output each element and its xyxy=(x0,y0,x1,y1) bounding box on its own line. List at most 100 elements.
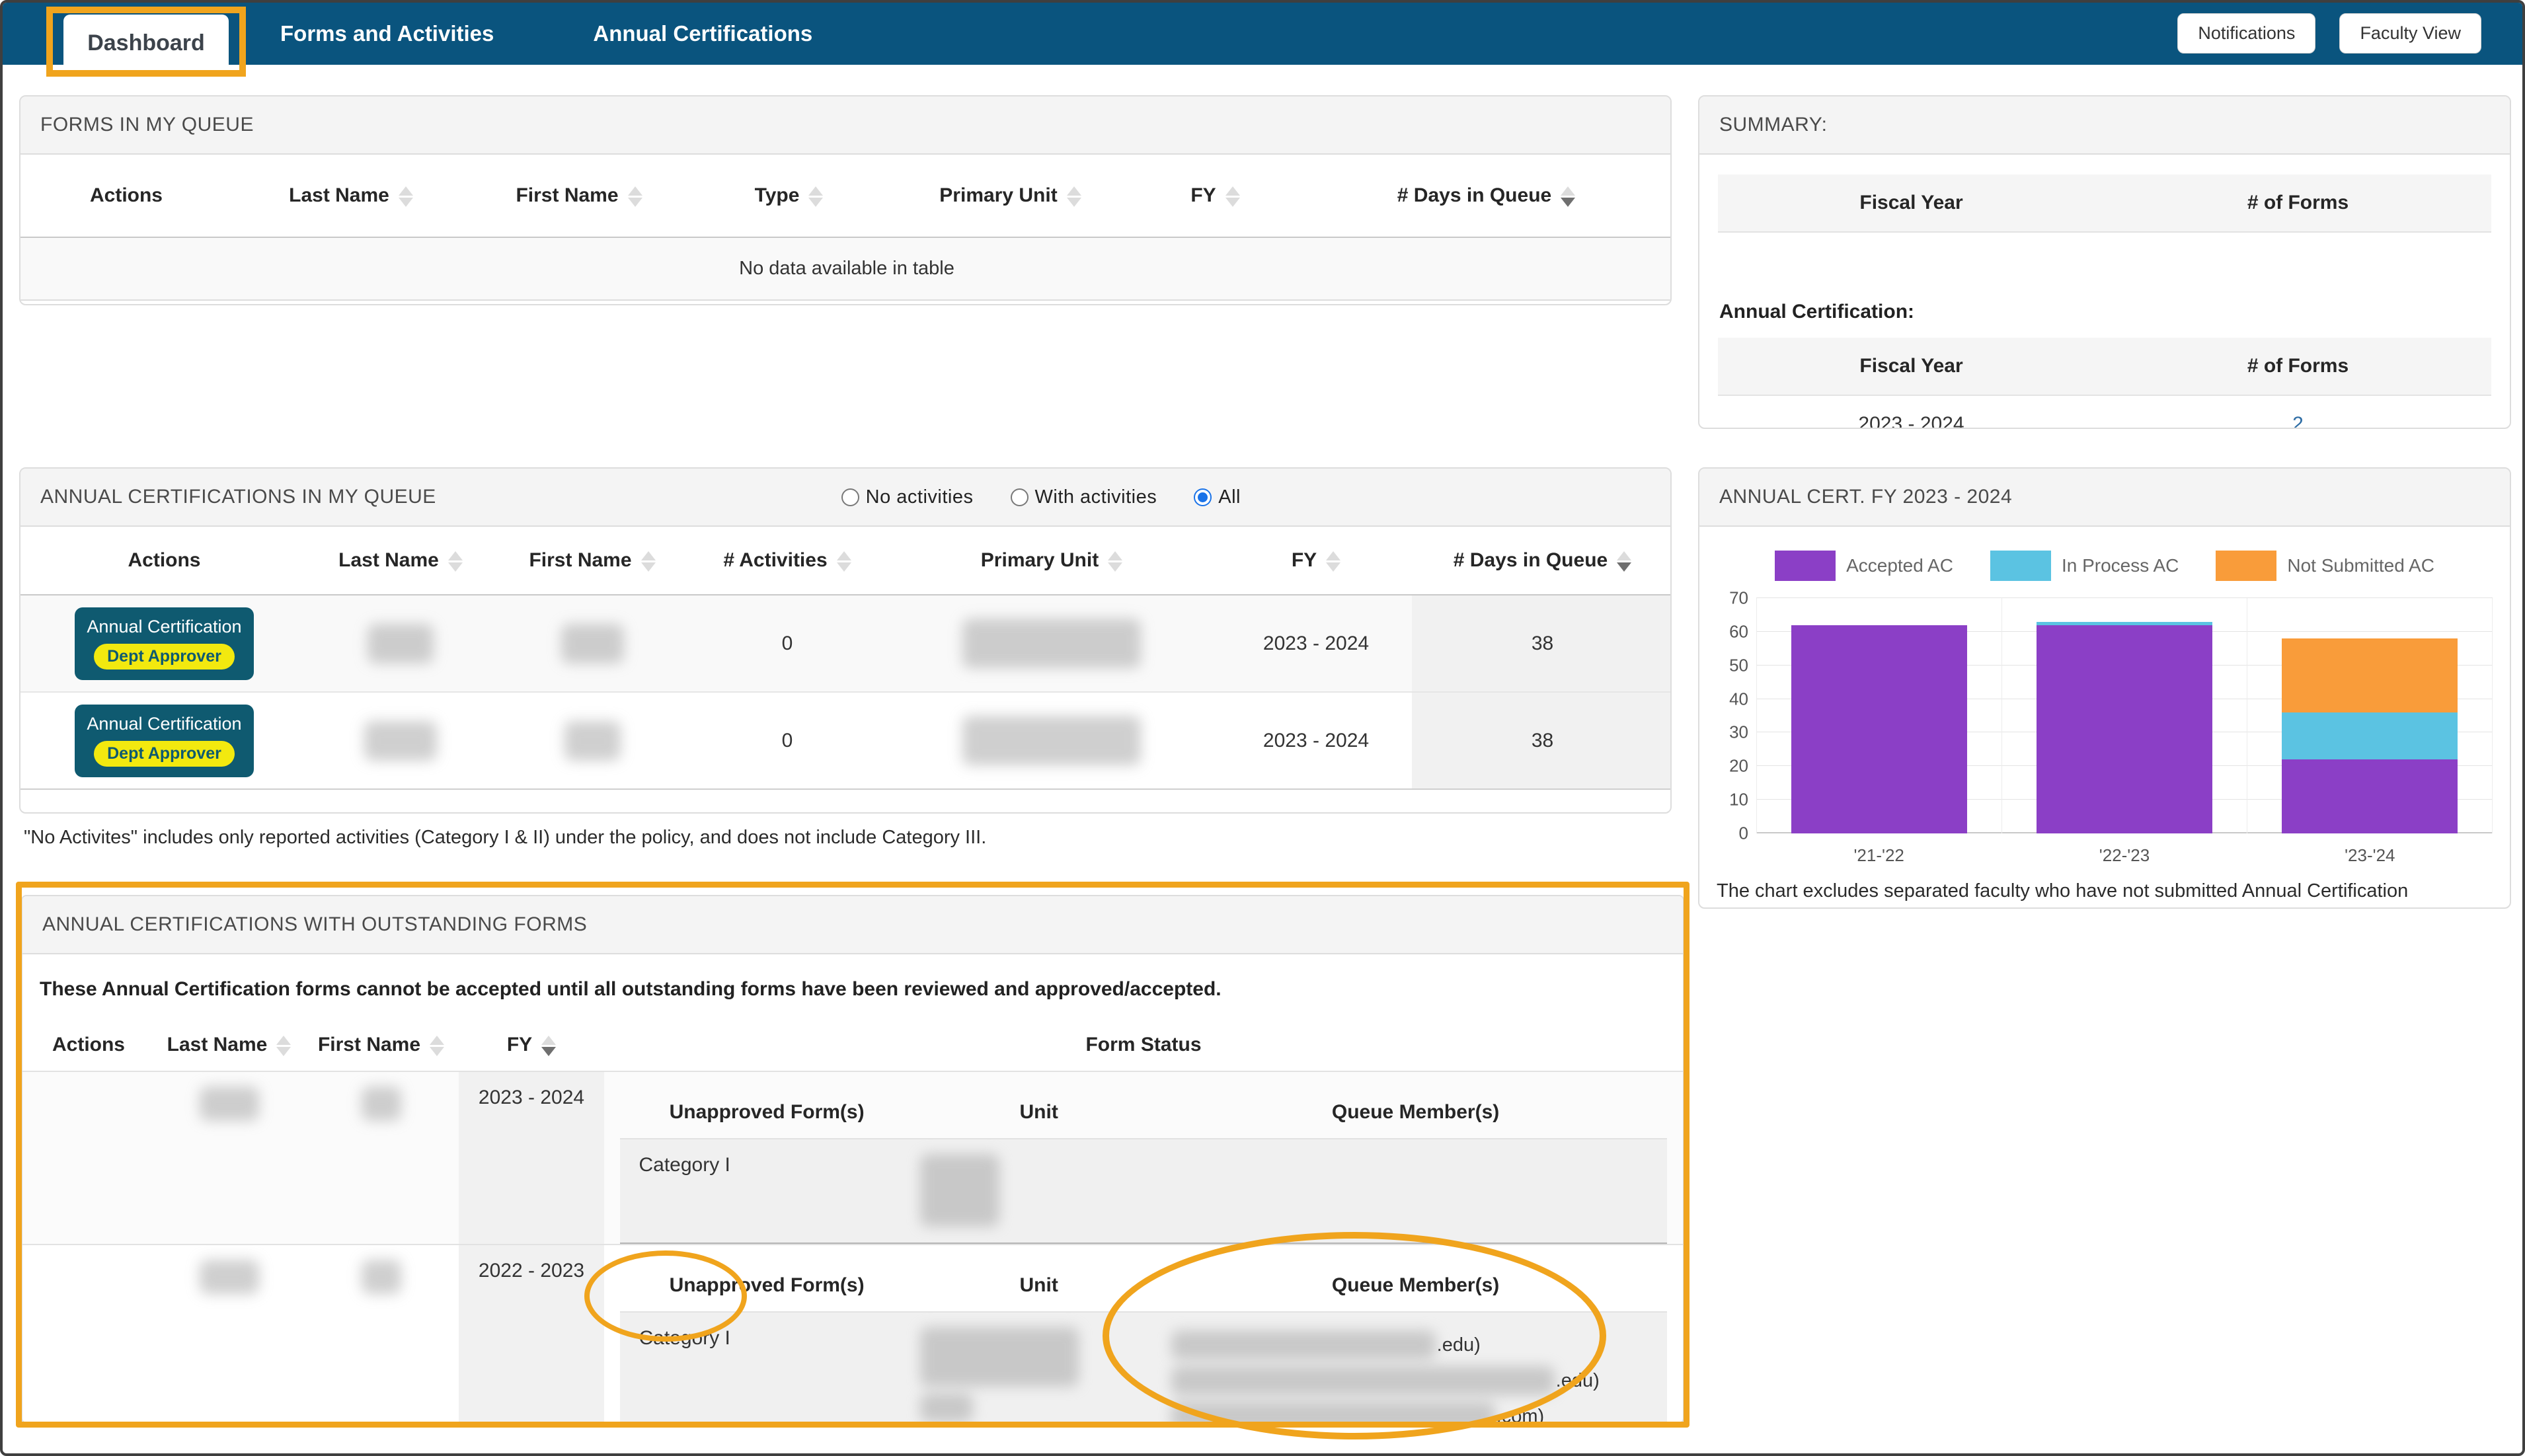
sort-icon-active xyxy=(1561,186,1576,207)
col-first-name[interactable]: First Name xyxy=(493,527,691,595)
y-tick-label: 50 xyxy=(1729,655,1748,675)
col-first-name[interactable]: First Name xyxy=(303,1019,459,1071)
col-last-name[interactable]: Last Name xyxy=(232,155,470,238)
table-row: 2023 - 2024 2 xyxy=(1718,395,2491,428)
dept-approver-badge: Dept Approver xyxy=(94,643,235,670)
fy-value: 2023 - 2024 xyxy=(459,1071,604,1245)
annual-certification-button[interactable]: Annual Certification Dept Approver xyxy=(75,704,254,777)
queue-members-cell: .edu) .edu) .com) .edu) xyxy=(1164,1311,1667,1422)
table-row: Annual Certification Dept Approver 0 2023… xyxy=(20,595,1670,692)
col-queue-members: Queue Member(s) xyxy=(1331,1101,1500,1123)
sort-icon-active xyxy=(1617,551,1632,572)
top-nav: Dashboard Forms and Activities Annual Ce… xyxy=(3,3,2522,71)
form-status-table: Unapproved Form(s) Unit Queue Member(s) … xyxy=(620,1087,1667,1244)
empty-message: No data available in table xyxy=(20,237,1670,301)
y-tick-label: 30 xyxy=(1729,722,1748,742)
redacted-first-name xyxy=(564,720,621,761)
chart-title: ANNUAL CERT. FY 2023 - 2024 xyxy=(1699,469,2510,527)
tab-annual-certifications[interactable]: Annual Certifications xyxy=(593,21,812,46)
sort-icon xyxy=(1326,551,1341,572)
legend-item: Accepted AC xyxy=(1775,551,1953,581)
redacted-unit xyxy=(919,1327,1079,1387)
sort-icon xyxy=(430,1035,445,1056)
col-num-activities[interactable]: # Activities xyxy=(691,527,883,595)
radio-with-activities[interactable]: With activities xyxy=(1010,486,1157,508)
faculty-view-button[interactable]: Faculty View xyxy=(2339,13,2481,54)
redacted-unit xyxy=(919,1154,999,1227)
col-primary-unit[interactable]: Primary Unit xyxy=(883,527,1220,595)
col-fy[interactable]: FY xyxy=(1131,155,1300,238)
fiscal-year-value: 2023 - 2024 xyxy=(1718,395,2105,428)
num-activities-value: 0 xyxy=(781,729,793,751)
no-activities-footnote: "No Activites" includes only reported ac… xyxy=(24,827,987,848)
col-first-name[interactable]: First Name xyxy=(470,155,688,238)
y-tick-label: 70 xyxy=(1729,588,1748,608)
col-unit: Unit xyxy=(1019,1274,1058,1296)
ac-in-queue-panel: ANNUAL CERTIFICATIONS IN MY QUEUE No act… xyxy=(19,467,1672,814)
legend-label: In Process AC xyxy=(2061,555,2179,576)
stacked-bar xyxy=(2036,621,2213,833)
tab-dashboard[interactable]: Dashboard xyxy=(63,15,229,71)
chart-plot xyxy=(1756,597,2493,833)
num-forms-link[interactable]: 2 xyxy=(2292,413,2304,428)
outstanding-forms-table: Actions Last Name First Name FY Form Sta… xyxy=(22,1019,1683,1422)
activity-filter-group: No activities With activities All xyxy=(841,486,1241,508)
stacked-bar xyxy=(1791,625,1968,833)
col-unit: Unit xyxy=(1019,1101,1058,1123)
bar-segment xyxy=(1791,625,1968,833)
redacted-last-name xyxy=(364,720,437,761)
outstanding-forms-title: ANNUAL CERTIFICATIONS WITH OUTSTANDING F… xyxy=(22,896,1683,954)
ac-in-queue-title: ANNUAL CERTIFICATIONS IN MY QUEUE xyxy=(40,486,436,508)
y-tick-label: 60 xyxy=(1729,621,1748,642)
legend-swatch xyxy=(1990,551,2051,581)
x-axis-label: '23-'24 xyxy=(2345,845,2395,865)
col-fy[interactable]: FY xyxy=(1220,527,1412,595)
col-days-in-queue[interactable]: # Days in Queue xyxy=(1412,527,1670,595)
col-last-name[interactable]: Last Name xyxy=(155,1019,303,1071)
col-primary-unit[interactable]: Primary Unit xyxy=(890,155,1131,238)
col-fy[interactable]: FY xyxy=(459,1019,604,1071)
sort-icon xyxy=(1225,186,1240,207)
tab-forms-and-activities[interactable]: Forms and Activities xyxy=(280,21,494,46)
bar-group xyxy=(2247,598,2493,833)
col-last-name[interactable]: Last Name xyxy=(308,527,493,595)
sort-icon xyxy=(836,551,851,572)
sort-icon xyxy=(1066,186,1081,207)
col-actions: Actions xyxy=(52,1034,125,1055)
col-fiscal-year: Fiscal Year xyxy=(1718,338,2105,395)
x-axis-label: '22-'23 xyxy=(2099,845,2150,865)
queue-member: .edu) xyxy=(1171,1363,1660,1399)
col-type[interactable]: Type xyxy=(688,155,890,238)
radio-all[interactable]: All xyxy=(1194,486,1241,508)
annual-certification-button[interactable]: Annual Certification Dept Approver xyxy=(75,607,254,680)
sort-icon xyxy=(398,186,413,207)
bar-segment xyxy=(2281,638,2458,712)
legend-swatch xyxy=(1775,551,1836,581)
col-num-forms: # of Forms xyxy=(2105,338,2491,395)
sort-icon xyxy=(808,186,824,207)
col-form-status: Form Status xyxy=(1085,1034,1202,1055)
redacted-primary-unit xyxy=(962,716,1141,765)
radio-no-activities[interactable]: No activities xyxy=(841,486,974,508)
legend-label: Accepted AC xyxy=(1846,555,1953,576)
queue-member: .com) xyxy=(1171,1399,1660,1422)
days-in-queue-value: 38 xyxy=(1412,595,1670,692)
table-row: Category I .edu) .edu) .com) xyxy=(620,1311,1667,1422)
x-axis-label: '21-'22 xyxy=(1853,845,1904,865)
col-unapproved-forms: Unapproved Form(s) xyxy=(669,1101,865,1123)
redacted-first-name xyxy=(361,1087,401,1121)
num-activities-value: 0 xyxy=(781,632,793,654)
forms-in-queue-title: FORMS IN MY QUEUE xyxy=(20,96,1670,155)
bar-segment xyxy=(2281,759,2458,833)
radio-icon xyxy=(841,488,859,506)
sort-icon xyxy=(1108,551,1123,572)
col-queue-members: Queue Member(s) xyxy=(1331,1274,1500,1296)
annual-cert-chart-panel: ANNUAL CERT. FY 2023 - 2024 Accepted AC I… xyxy=(1698,467,2511,909)
col-unapproved-forms: Unapproved Form(s) xyxy=(669,1274,865,1296)
redacted-unit xyxy=(919,1393,973,1422)
stacked-bar xyxy=(2281,638,2458,833)
col-days-in-queue[interactable]: # Days in Queue xyxy=(1300,155,1670,238)
unapproved-form-name: Category I xyxy=(620,1138,913,1244)
notifications-button[interactable]: Notifications xyxy=(2177,13,2316,54)
ac-in-queue-table: Actions Last Name First Name # Activitie… xyxy=(20,527,1670,790)
